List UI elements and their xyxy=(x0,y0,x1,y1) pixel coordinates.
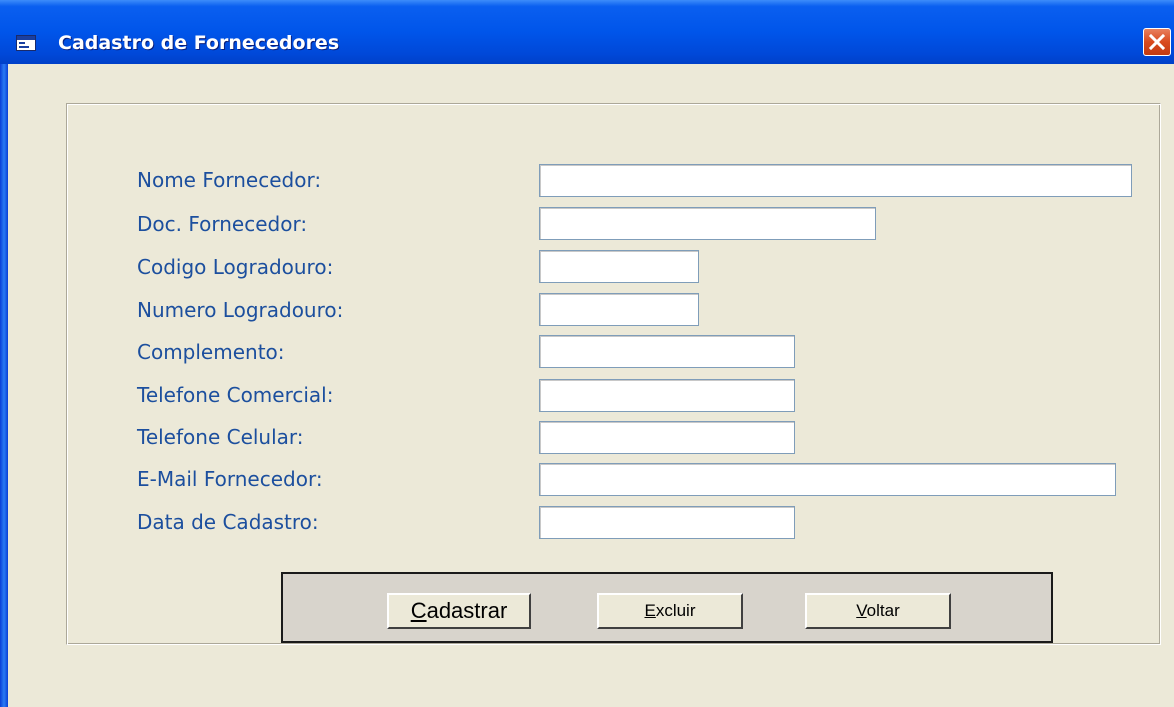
label-data-cadastro: Data de Cadastro: xyxy=(137,510,319,534)
close-button[interactable] xyxy=(1143,28,1171,56)
cadastrar-button[interactable]: Cadastrar xyxy=(387,593,531,629)
label-codigo-logradouro: Codigo Logradouro: xyxy=(137,255,334,279)
numero-logradouro-input[interactable] xyxy=(539,293,699,326)
codigo-logradouro-input[interactable] xyxy=(539,250,699,283)
label-telefone-comercial: Telefone Comercial: xyxy=(137,383,334,407)
doc-fornecedor-input[interactable] xyxy=(539,207,876,240)
complemento-input[interactable] xyxy=(539,335,795,368)
data-cadastro-input[interactable] xyxy=(539,506,795,539)
voltar-mnemonic: V xyxy=(856,601,867,620)
nome-fornecedor-input[interactable] xyxy=(539,164,1132,197)
voltar-button[interactable]: Voltar xyxy=(805,593,951,629)
title-bar[interactable]: Cadastro de Fornecedores xyxy=(0,0,1174,64)
voltar-label: oltar xyxy=(866,601,900,620)
label-complemento: Complemento: xyxy=(137,340,285,364)
form-window-icon xyxy=(16,35,36,51)
email-fornecedor-input[interactable] xyxy=(539,463,1116,496)
form-client-area: Nome Fornecedor: Doc. Fornecedor: Codigo… xyxy=(8,64,1174,707)
label-doc-fornecedor: Doc. Fornecedor: xyxy=(137,212,308,236)
close-icon xyxy=(1148,33,1166,51)
excluir-mnemonic: E xyxy=(644,601,656,620)
window-title: Cadastro de Fornecedores xyxy=(58,32,340,54)
label-email-fornecedor: E-Mail Fornecedor: xyxy=(137,467,323,491)
button-panel: Cadastrar Excluir Voltar xyxy=(281,572,1053,643)
telefone-comercial-input[interactable] xyxy=(539,379,795,412)
excluir-button[interactable]: Excluir xyxy=(597,593,743,629)
telefone-celular-input[interactable] xyxy=(539,421,795,454)
excluir-label: xcluir xyxy=(655,601,696,620)
label-numero-logradouro: Numero Logradouro: xyxy=(137,298,344,322)
app-window: Cadastro de Fornecedores Nome Fornecedor… xyxy=(0,0,1174,707)
label-telefone-celular: Telefone Celular: xyxy=(137,425,304,449)
label-nome-fornecedor: Nome Fornecedor: xyxy=(137,168,322,192)
cadastrar-label: adastrar xyxy=(426,598,508,623)
cadastrar-mnemonic: C xyxy=(410,598,427,623)
form-frame: Nome Fornecedor: Doc. Fornecedor: Codigo… xyxy=(66,103,1161,645)
